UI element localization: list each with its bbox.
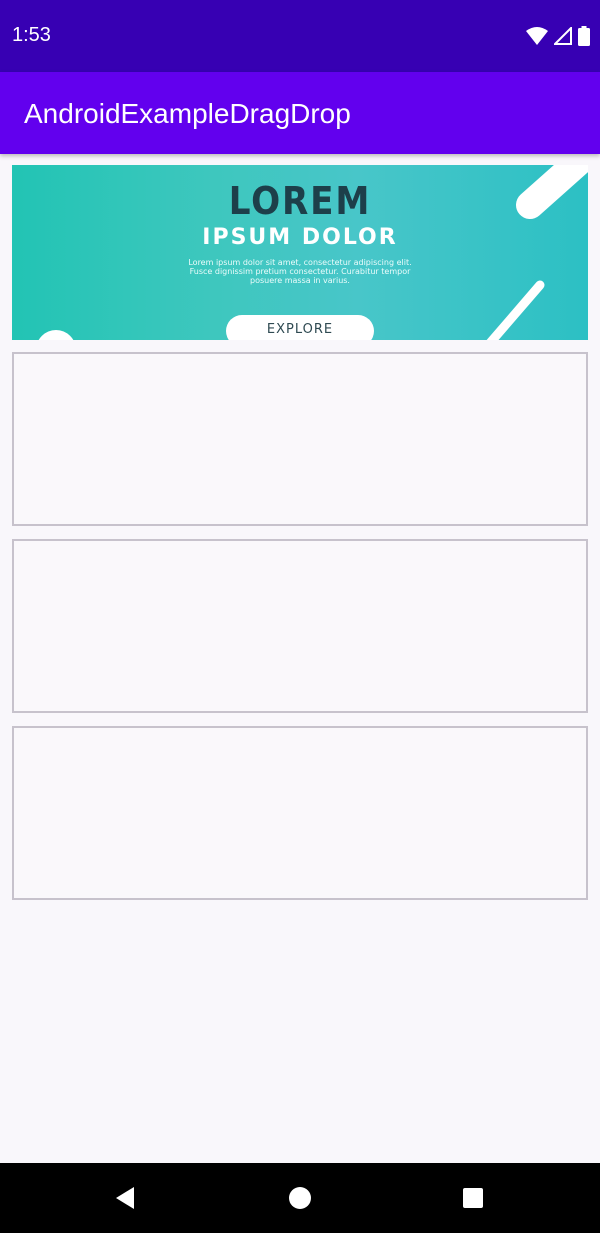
back-icon[interactable] xyxy=(112,1185,138,1211)
battery-icon xyxy=(578,26,590,46)
recents-icon[interactable] xyxy=(460,1185,486,1211)
navigation-bar xyxy=(0,1163,600,1233)
drop-zone-2[interactable] xyxy=(12,539,588,713)
draggable-banner-image[interactable]: LOREM IPSUM DOLOR Lorem ipsum dolor sit … xyxy=(12,165,588,340)
wifi-icon xyxy=(526,27,548,45)
app-title: AndroidExampleDragDrop xyxy=(24,98,351,129)
status-bar: 1:53 xyxy=(0,0,600,72)
status-icons xyxy=(526,22,590,50)
banner-subtitle: IPSUM DOLOR xyxy=(202,225,398,250)
explore-button-label: EXPLORE xyxy=(266,322,334,337)
home-icon[interactable] xyxy=(287,1185,313,1211)
status-time: 1:53 xyxy=(12,24,51,46)
drop-zone-1[interactable] xyxy=(12,352,588,526)
banner-body-text: Lorem ipsum dolor sit amet, consectetur … xyxy=(188,258,412,285)
explore-button: EXPLORE xyxy=(226,315,374,340)
app-bar: AndroidExampleDragDrop xyxy=(0,72,600,154)
banner-title: LOREM xyxy=(228,179,372,223)
signal-icon xyxy=(554,27,572,45)
drop-zone-3[interactable] xyxy=(12,726,588,900)
